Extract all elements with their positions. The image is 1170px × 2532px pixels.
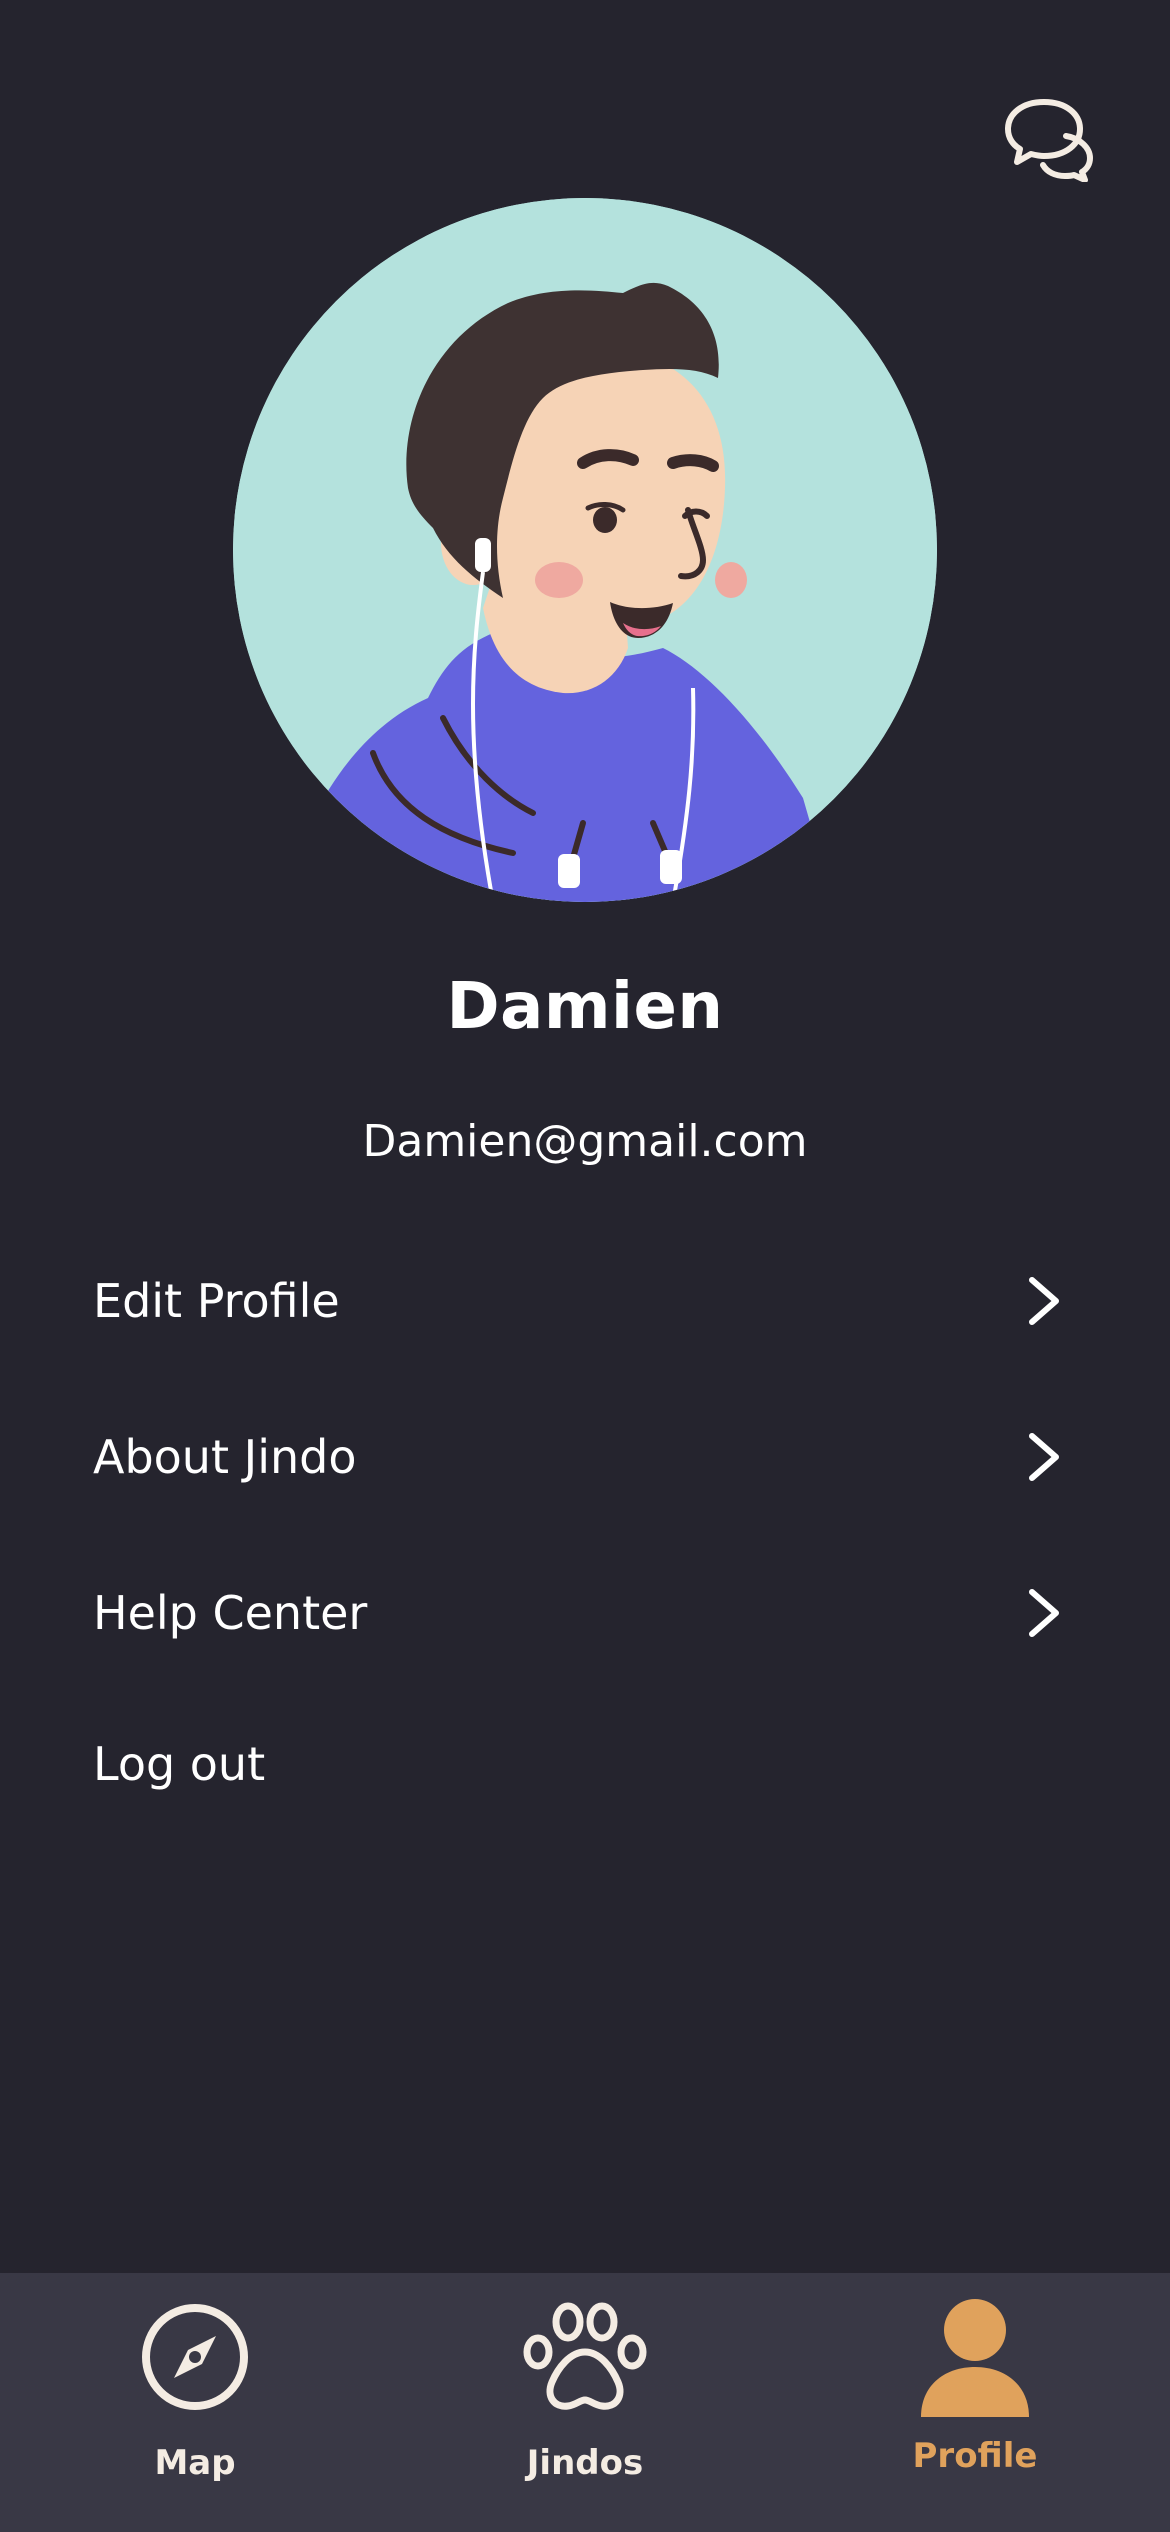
menu-item-help-center[interactable]: Help Center (0, 1553, 1170, 1673)
chat-button[interactable] (1000, 96, 1096, 183)
menu-item-log-out[interactable]: Log out (0, 1704, 1170, 1824)
tab-label: Map (154, 2443, 236, 2483)
tab-map[interactable]: Map (0, 2273, 390, 2532)
bottom-tab-bar: Map Jindos Profile (0, 2273, 1170, 2532)
paw-icon (523, 2302, 647, 2410)
tab-jindos[interactable]: Jindos (390, 2273, 780, 2532)
chevron-right-icon (1029, 1433, 1059, 1481)
profile-name: Damien (446, 970, 724, 1044)
chevron-right-icon (1029, 1589, 1059, 1637)
menu-item-label: Edit Profile (93, 1274, 340, 1328)
menu-item-label: About Jindo (93, 1430, 357, 1484)
compass-icon (142, 2304, 248, 2410)
chevron-right-icon (1029, 1277, 1059, 1325)
tab-label: Jindos (526, 2443, 644, 2483)
tab-label: Profile (912, 2436, 1038, 2476)
avatar (233, 198, 937, 902)
chat-bubbles-icon (1005, 99, 1093, 183)
person-icon (921, 2299, 1029, 2417)
profile-email: Damien@gmail.com (362, 1116, 808, 1167)
cartoon-avatar-image (233, 198, 937, 902)
tab-profile[interactable]: Profile (780, 2273, 1170, 2532)
menu-item-about-jindo[interactable]: About Jindo (0, 1397, 1170, 1517)
menu-item-edit-profile[interactable]: Edit Profile (0, 1241, 1170, 1361)
menu-item-label: Log out (93, 1737, 266, 1791)
menu-item-label: Help Center (93, 1586, 368, 1640)
